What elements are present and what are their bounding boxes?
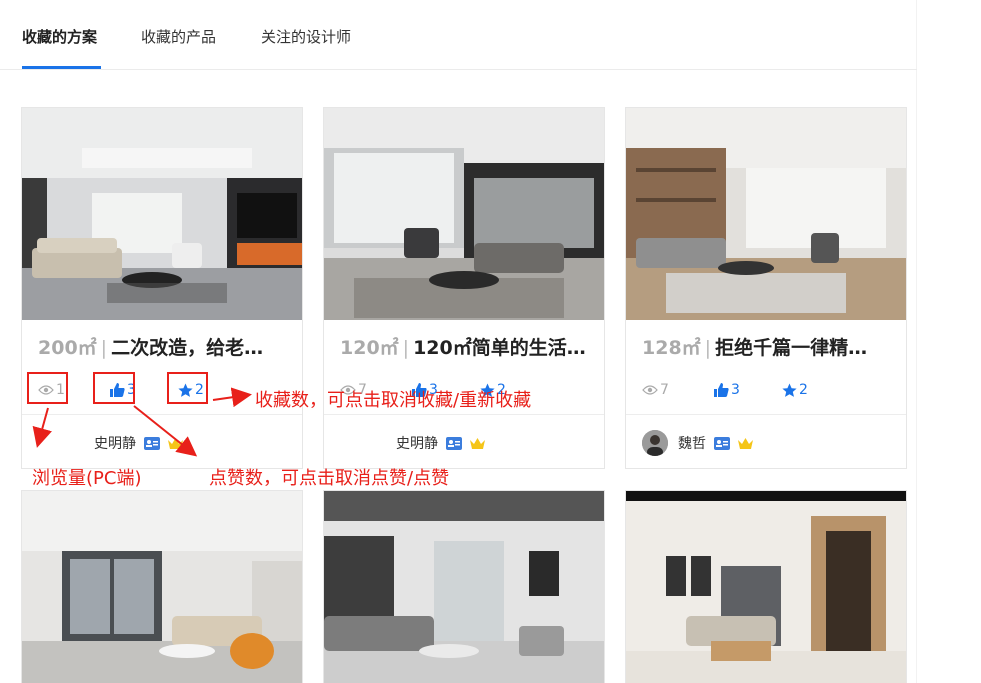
avatar[interactable] — [642, 430, 668, 456]
avatar[interactable] — [340, 430, 366, 456]
plan-card[interactable] — [625, 490, 907, 683]
id-card-icon — [714, 436, 730, 450]
plan-title[interactable]: 200㎡ | 二次改造，给老… — [38, 333, 288, 360]
tab-followed-designers[interactable]: 关注的设计师 — [261, 26, 351, 47]
likes-highlight-box — [93, 372, 135, 404]
plan-title[interactable]: 128㎡ | 拒绝千篇一律精… — [642, 333, 892, 360]
plan-cover-image[interactable] — [626, 491, 906, 683]
favs-highlight-box — [167, 372, 208, 404]
plan-cover-image[interactable] — [22, 108, 302, 320]
like-button[interactable]: 3 — [714, 378, 740, 402]
tab-favorite-products[interactable]: 收藏的产品 — [141, 26, 216, 47]
crown-icon — [168, 437, 183, 449]
views-annotation-text: 浏览量(PC端) — [32, 468, 142, 489]
crown-icon — [470, 437, 485, 449]
designer-info[interactable]: 史明静 — [38, 430, 183, 456]
plan-card[interactable]: 120㎡ | 120㎡简单的生活… 7 3 2 史明静 — [323, 107, 605, 469]
card-divider — [22, 414, 302, 415]
plan-cover-image[interactable] — [626, 108, 906, 320]
plan-card[interactable] — [21, 490, 303, 683]
plan-cover-image[interactable] — [22, 491, 302, 683]
card-divider — [626, 414, 906, 415]
crown-icon — [738, 437, 753, 449]
likes-annotation-text: 点赞数，可点击取消点赞/点赞 — [209, 468, 450, 489]
designer-info[interactable]: 魏哲 — [642, 430, 753, 456]
plan-title[interactable]: 120㎡ | 120㎡简单的生活… — [340, 333, 590, 360]
tab-favorite-plans[interactable]: 收藏的方案 — [22, 26, 97, 47]
star-icon — [782, 383, 797, 397]
favs-annotation-text: 收藏数，可点击取消收藏/重新收藏 — [255, 390, 532, 411]
plan-stats: 1 3 2 — [38, 378, 288, 402]
plan-card[interactable] — [323, 490, 605, 683]
active-tab-indicator — [22, 66, 101, 69]
views-highlight-box — [27, 372, 68, 404]
card-divider — [324, 414, 604, 415]
designer-name[interactable]: 史明静 — [396, 433, 438, 453]
tab-bar: 收藏的方案 收藏的产品 关注的设计师 — [0, 0, 917, 70]
favorite-button[interactable]: 2 — [782, 378, 808, 402]
id-card-icon — [446, 436, 462, 450]
plan-card[interactable]: 200㎡ | 二次改造，给老… 1 3 2 史明静 — [21, 107, 303, 469]
plan-cover-image[interactable] — [324, 491, 604, 683]
plan-cover-image[interactable] — [324, 108, 604, 320]
eye-icon — [642, 385, 658, 395]
thumbs-up-icon — [714, 383, 729, 397]
designer-name[interactable]: 魏哲 — [678, 433, 706, 453]
views-count: 7 — [642, 378, 669, 402]
id-card-icon — [144, 436, 160, 450]
designer-name[interactable]: 史明静 — [94, 433, 136, 453]
plan-card[interactable]: 128㎡ | 拒绝千篇一律精… 7 3 2 魏哲 — [625, 107, 907, 469]
avatar[interactable] — [38, 430, 64, 456]
plan-stats: 7 3 2 — [642, 378, 892, 402]
designer-info[interactable]: 史明静 — [340, 430, 485, 456]
